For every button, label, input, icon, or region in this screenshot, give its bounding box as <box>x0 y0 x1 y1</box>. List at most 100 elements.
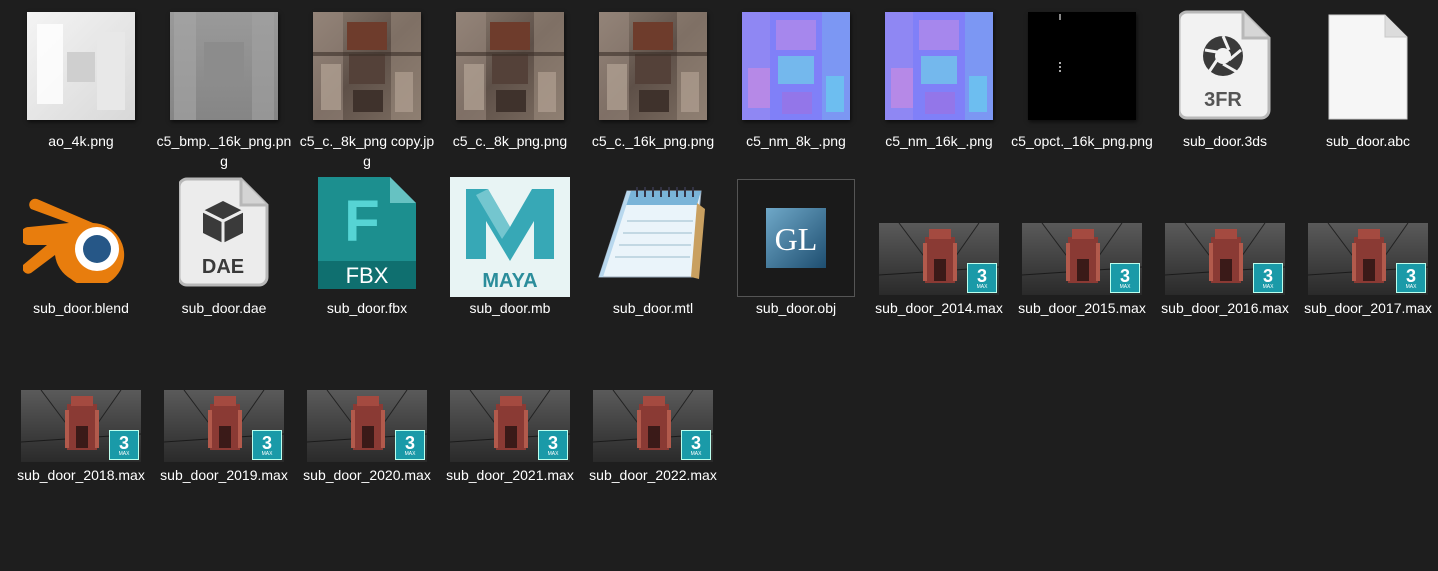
fbx-file-icon: F FBX <box>318 177 416 289</box>
file-item[interactable]: c5_c._8k_png copy.jpg <box>296 10 438 178</box>
file-item[interactable]: 3 MAX sub_door_2021.max <box>439 344 581 512</box>
file-thumbnail[interactable] <box>1011 10 1153 130</box>
file-item[interactable]: sub_door.abc <box>1297 10 1438 178</box>
file-name-label[interactable]: sub_door.abc <box>1297 131 1438 151</box>
file-item[interactable]: MAYA sub_door.mb <box>439 177 581 345</box>
color-texture-thumbnail-icon <box>456 12 564 120</box>
file-name-label[interactable]: sub_door.blend <box>10 298 152 318</box>
3dsmax-render-thumbnail-icon: 3 MAX <box>1308 223 1428 295</box>
file-name-label[interactable]: sub_door_2021.max <box>439 465 581 485</box>
file-thumbnail[interactable]: F FBX <box>296 177 438 297</box>
file-name-label[interactable]: sub_door.mtl <box>582 298 724 318</box>
file-item[interactable]: 3 MAX sub_door_2015.max <box>1011 177 1153 345</box>
file-thumbnail[interactable] <box>10 10 152 130</box>
file-item[interactable]: 3 MAX sub_door_2014.max <box>868 177 1010 345</box>
file-name-label[interactable]: sub_door_2015.max <box>1011 298 1153 318</box>
file-name-label[interactable]: sub_door_2016.max <box>1154 298 1296 318</box>
file-thumbnail[interactable] <box>725 10 867 130</box>
file-item[interactable]: DAE sub_door.dae <box>153 177 295 345</box>
svg-text:DAE: DAE <box>202 256 244 278</box>
file-thumbnail[interactable]: GL <box>725 177 867 297</box>
3dsmax-badge-icon: 3 MAX <box>1110 263 1140 293</box>
file-item[interactable]: F FBX sub_door.fbx <box>296 177 438 345</box>
file-name-label[interactable]: sub_door_2018.max <box>10 465 152 485</box>
file-name-label[interactable]: c5_c._8k_png copy.jpg <box>296 131 438 171</box>
svg-text:3FR: 3FR <box>1204 89 1242 111</box>
file-thumbnail[interactable]: 3 MAX <box>296 344 438 464</box>
color-texture-thumbnail-icon <box>313 12 421 120</box>
3dsmax-render-thumbnail-icon: 3 MAX <box>450 390 570 462</box>
file-name-label[interactable]: sub_door_2017.max <box>1297 298 1438 318</box>
cube-file-icon: DAE <box>179 177 269 287</box>
file-thumbnail[interactable] <box>296 10 438 130</box>
file-thumbnail[interactable] <box>153 10 295 130</box>
file-item[interactable]: sub_door.blend <box>10 177 152 345</box>
file-name-label[interactable]: c5_nm_8k_.png <box>725 131 867 151</box>
file-thumbnail[interactable]: 3 MAX <box>439 344 581 464</box>
file-thumbnail[interactable] <box>439 10 581 130</box>
file-item[interactable]: c5_c._16k_png.png <box>582 10 724 178</box>
file-thumbnail[interactable]: 3 MAX <box>582 344 724 464</box>
3dsmax-render-thumbnail-icon: 3 MAX <box>1022 223 1142 295</box>
file-name-label[interactable]: ao_4k.png <box>10 131 152 151</box>
file-thumbnail[interactable]: 3 MAX <box>1297 177 1438 297</box>
file-item[interactable]: 3 MAX sub_door_2019.max <box>153 344 295 512</box>
3dsmax-badge-icon: 3 MAX <box>681 430 711 460</box>
file-thumbnail[interactable]: DAE <box>153 177 295 297</box>
file-name-label[interactable]: c5_c._16k_png.png <box>582 131 724 151</box>
file-item[interactable]: GL sub_door.obj <box>725 177 867 345</box>
file-name-label[interactable]: sub_door.dae <box>153 298 295 318</box>
file-name-label[interactable]: sub_door.mb <box>439 298 581 318</box>
3dsmax-render-thumbnail-icon: 3 MAX <box>1165 223 1285 295</box>
file-item[interactable]: 3FR sub_door.3ds <box>1154 10 1296 178</box>
file-item[interactable]: c5_bmp._16k_png.png <box>153 10 295 178</box>
3dsmax-badge-icon: 3 MAX <box>1253 263 1283 293</box>
file-thumbnail[interactable]: MAYA <box>439 177 581 297</box>
file-thumbnail[interactable] <box>582 177 724 297</box>
file-thumbnail[interactable]: 3 MAX <box>1011 177 1153 297</box>
3dsmax-badge-icon: 3 MAX <box>967 263 997 293</box>
file-item[interactable]: sub_door.mtl <box>582 177 724 345</box>
file-thumbnail[interactable] <box>10 177 152 297</box>
file-thumbnail[interactable]: 3 MAX <box>10 344 152 464</box>
ao-texture-thumbnail-icon <box>27 12 135 120</box>
file-name-label[interactable]: sub_door_2020.max <box>296 465 438 485</box>
file-name-label[interactable]: sub_door_2019.max <box>153 465 295 485</box>
file-name-label[interactable]: c5_nm_16k_.png <box>868 131 1010 151</box>
file-name-label[interactable]: sub_door.obj <box>725 298 867 318</box>
notepad-icon <box>597 183 709 283</box>
file-item[interactable]: 3 MAX sub_door_2018.max <box>10 344 152 512</box>
file-thumbnail[interactable] <box>582 10 724 130</box>
file-item[interactable]: 3 MAX sub_door_2016.max <box>1154 177 1296 345</box>
3dsmax-render-thumbnail-icon: 3 MAX <box>21 390 141 462</box>
file-name-label[interactable]: sub_door.fbx <box>296 298 438 318</box>
file-name-label[interactable]: c5_bmp._16k_png.png <box>153 131 295 171</box>
file-thumbnail[interactable]: 3 MAX <box>153 344 295 464</box>
file-item[interactable]: 3 MAX sub_door_2022.max <box>582 344 724 512</box>
file-thumbnail[interactable] <box>868 10 1010 130</box>
file-thumbnail[interactable]: 3FR <box>1154 10 1296 130</box>
file-item[interactable]: c5_opct._16k_png.png <box>1011 10 1153 178</box>
file-item[interactable]: c5_c._8k_png.png <box>439 10 581 178</box>
file-name-label[interactable]: c5_opct._16k_png.png <box>1011 131 1153 151</box>
file-name-label[interactable]: sub_door_2014.max <box>868 298 1010 318</box>
3dsmax-badge-icon: 3 MAX <box>395 430 425 460</box>
file-item[interactable]: 3 MAX sub_door_2017.max <box>1297 177 1438 345</box>
file-thumbnail[interactable] <box>1297 10 1438 130</box>
file-thumbnail[interactable]: 3 MAX <box>1154 177 1296 297</box>
gl-logo-icon: GL <box>737 179 855 297</box>
file-item[interactable]: c5_nm_8k_.png <box>725 10 867 178</box>
blank-file-icon <box>1328 14 1408 120</box>
file-name-label[interactable]: c5_c._8k_png.png <box>439 131 581 151</box>
file-item[interactable]: 3 MAX sub_door_2020.max <box>296 344 438 512</box>
normal-map-thumbnail-icon <box>885 12 993 120</box>
file-name-label[interactable]: sub_door_2022.max <box>582 465 724 485</box>
3dsmax-render-thumbnail-icon: 3 MAX <box>307 390 427 462</box>
file-grid: ao_4k.png c5_bmp._16k_png.png c5_c._8k_p… <box>0 0 1438 571</box>
svg-text:F: F <box>344 189 379 254</box>
file-item[interactable]: c5_nm_16k_.png <box>868 10 1010 178</box>
file-item[interactable]: ao_4k.png <box>10 10 152 178</box>
maya-logo-icon: MAYA <box>450 177 570 297</box>
file-thumbnail[interactable]: 3 MAX <box>868 177 1010 297</box>
file-name-label[interactable]: sub_door.3ds <box>1154 131 1296 151</box>
